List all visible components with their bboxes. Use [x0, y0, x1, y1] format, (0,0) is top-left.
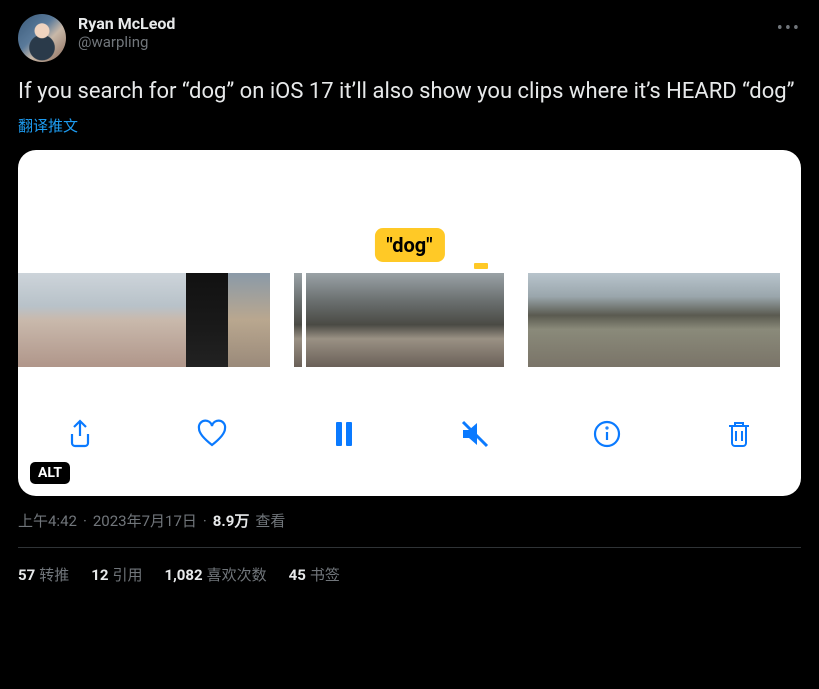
stat-bookmarks[interactable]: 45书签: [289, 564, 340, 585]
tweet-meta: 上午4:42 · 2023年7月17日 · 8.9万 查看: [18, 510, 801, 531]
mute-icon[interactable]: [453, 412, 497, 456]
stat-quotes[interactable]: 12引用: [91, 564, 142, 585]
handle: @warpling: [78, 33, 175, 51]
media-toolbar: [18, 402, 801, 466]
stat-retweets[interactable]: 57转推: [18, 564, 69, 585]
display-name: Ryan McLeod: [78, 14, 175, 33]
divider: [18, 547, 801, 548]
clip-thumbnail[interactable]: [528, 273, 780, 367]
media-card[interactable]: "dog": [18, 150, 801, 496]
trash-icon[interactable]: [717, 412, 761, 456]
pause-icon[interactable]: [322, 412, 366, 456]
author-block[interactable]: Ryan McLeod @warpling: [78, 14, 175, 51]
playhead-bar[interactable]: [302, 269, 306, 371]
stat-likes[interactable]: 1,082喜欢次数: [164, 564, 266, 585]
tweet-header: Ryan McLeod @warpling •••: [18, 14, 801, 62]
clip-thumbnail[interactable]: [18, 273, 270, 367]
tweet-container: Ryan McLeod @warpling ••• If you search …: [0, 0, 819, 585]
alt-badge[interactable]: ALT: [30, 462, 70, 484]
share-icon[interactable]: [58, 412, 102, 456]
video-timeline[interactable]: [18, 273, 801, 367]
engagement-stats: 57转推 12引用 1,082喜欢次数 45书签: [18, 564, 801, 585]
more-icon[interactable]: •••: [777, 18, 801, 39]
views-label: 查看: [255, 510, 285, 531]
heart-icon[interactable]: [190, 412, 234, 456]
views-count: 8.9万: [213, 510, 250, 531]
clip-thumbnail[interactable]: [294, 273, 504, 367]
avatar[interactable]: [18, 14, 66, 62]
date[interactable]: 2023年7月17日: [93, 510, 197, 531]
translate-link[interactable]: 翻译推文: [18, 115, 801, 136]
playhead-indicator: [474, 263, 488, 269]
time[interactable]: 上午4:42: [18, 510, 77, 531]
caption-chip: "dog": [374, 228, 444, 262]
info-icon[interactable]: [585, 412, 629, 456]
tweet-text: If you search for “dog” on iOS 17 it’ll …: [18, 78, 801, 107]
